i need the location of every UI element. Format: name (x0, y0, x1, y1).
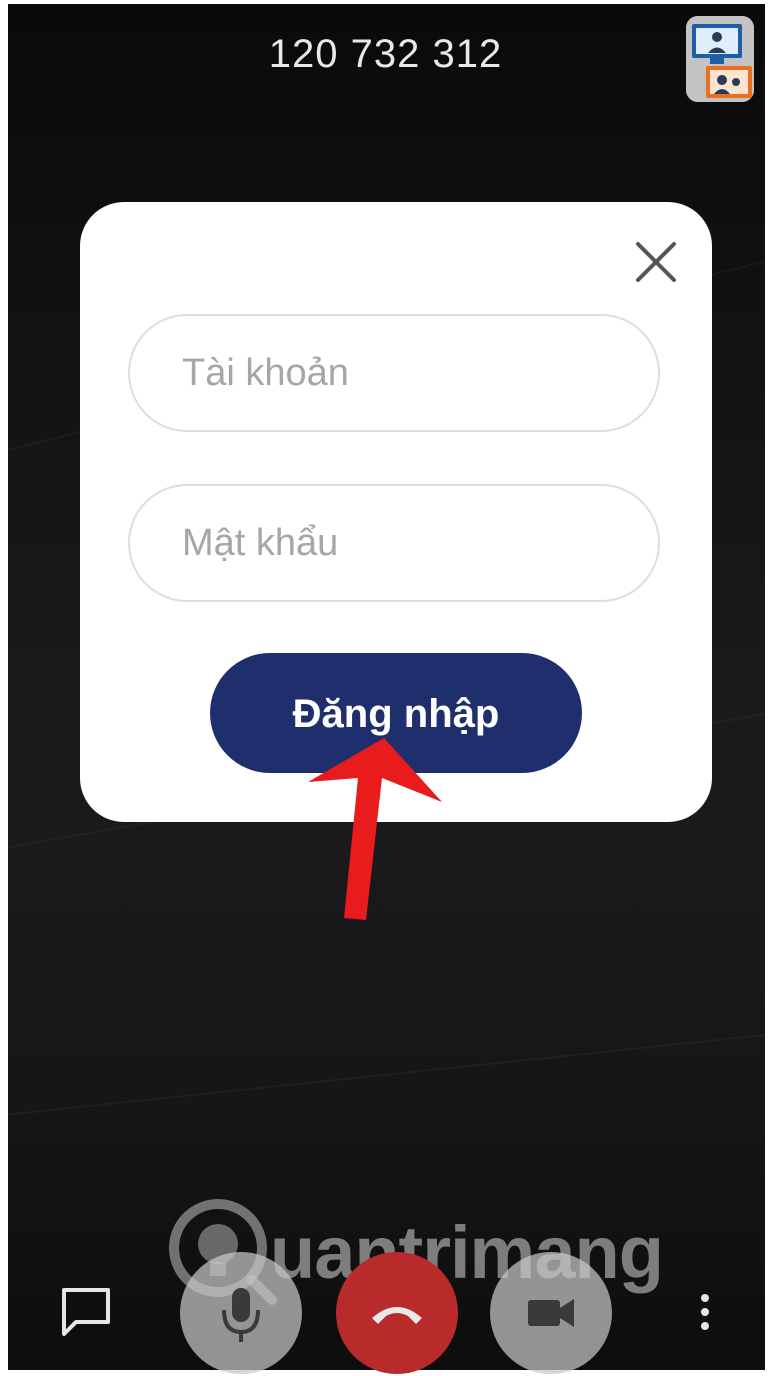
meeting-id: 120 732 312 (268, 32, 503, 76)
annotation-arrow (308, 738, 442, 920)
hangup-button[interactable] (336, 1252, 458, 1374)
more-options-button[interactable] (690, 1286, 720, 1342)
account-input[interactable] (128, 314, 660, 432)
close-button[interactable] (630, 236, 682, 288)
password-input[interactable] (128, 484, 660, 602)
close-icon (636, 242, 676, 282)
video-camera-icon (528, 1299, 574, 1327)
chat-icon (62, 1288, 110, 1336)
chat-button[interactable] (58, 1284, 114, 1340)
microphone-icon (222, 1288, 260, 1342)
gallery-view-icon (686, 16, 754, 102)
more-vertical-icon (701, 1294, 709, 1330)
camera-button[interactable] (490, 1252, 612, 1374)
background-stripe (8, 1019, 765, 1126)
phone-hangup-icon (372, 1307, 422, 1324)
microphone-button[interactable] (180, 1252, 302, 1374)
view-toggle-button[interactable] (686, 16, 754, 102)
